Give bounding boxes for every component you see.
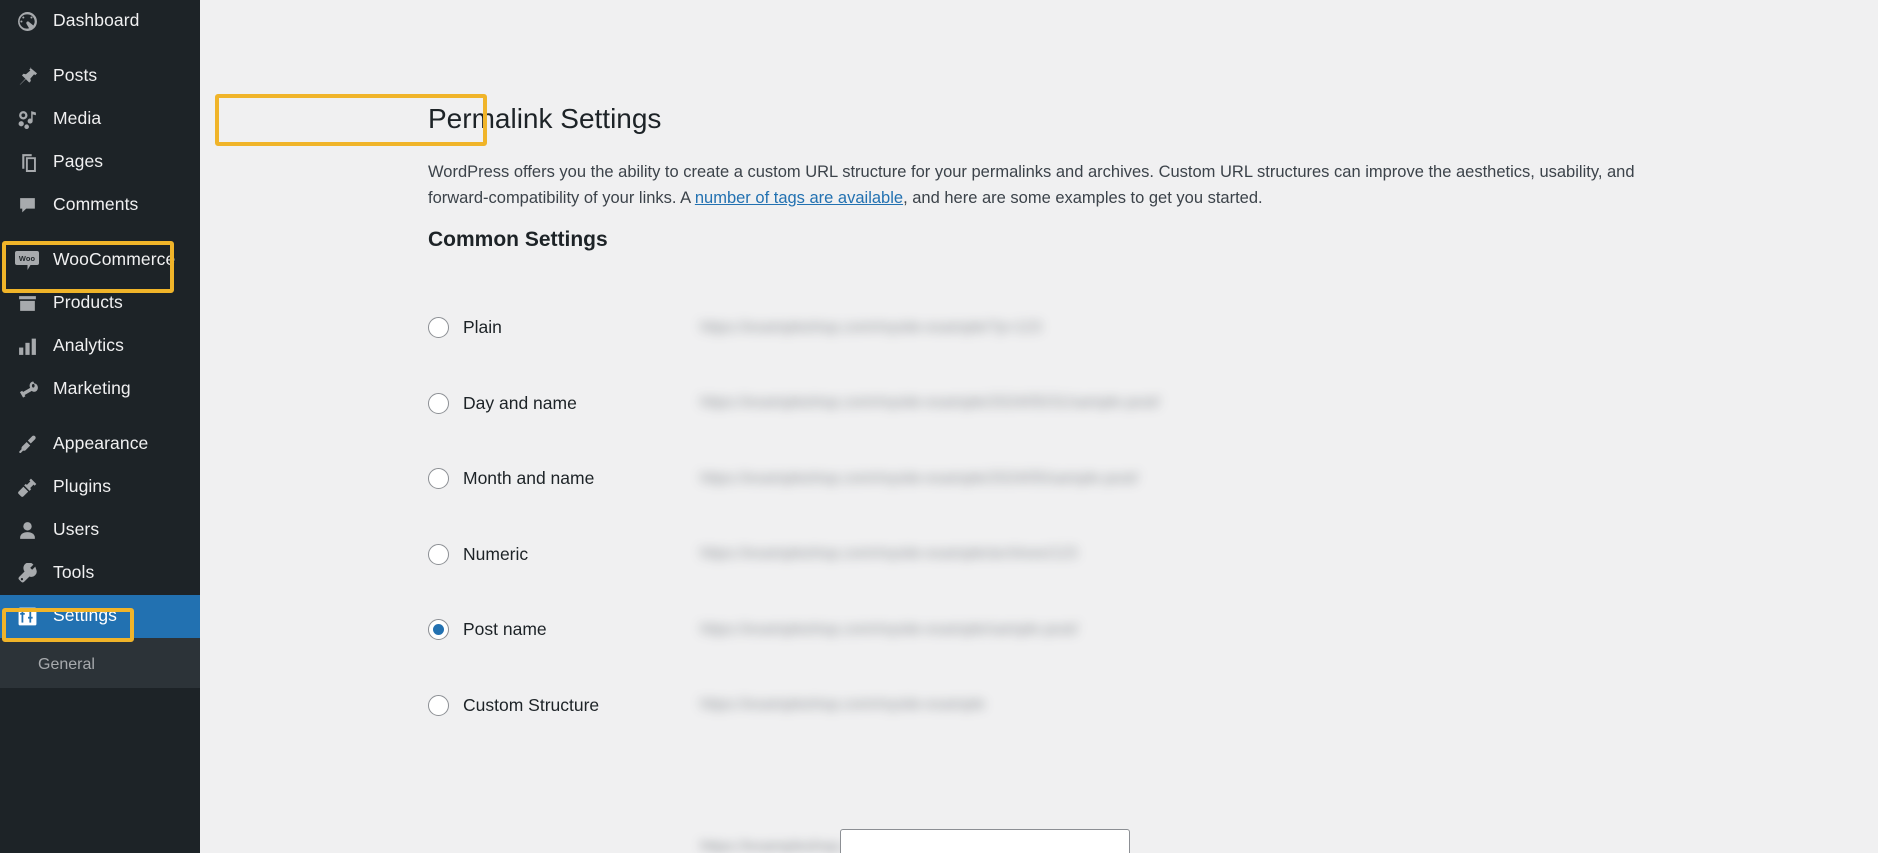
permalink-example-url: https://exampleshop.com/mysite-example/2… bbox=[700, 469, 1139, 487]
sidebar-item-appearance[interactable]: Appearance bbox=[0, 423, 200, 466]
sidebar-item-marketing[interactable]: Marketing bbox=[0, 368, 200, 411]
sidebar-item-label: Users bbox=[53, 519, 100, 540]
sidebar-item-comments[interactable]: Comments bbox=[0, 184, 200, 227]
radio-day-and-name[interactable] bbox=[428, 392, 449, 414]
page-title: Permalink Settings bbox=[428, 103, 662, 134]
wrench-icon bbox=[12, 561, 42, 587]
paintbrush-icon bbox=[12, 432, 42, 458]
comment-icon bbox=[12, 193, 42, 219]
common-settings-heading: Common Settings bbox=[428, 228, 608, 251]
permalink-option-label[interactable]: Numeric bbox=[463, 544, 528, 565]
sidebar-item-posts[interactable]: Posts bbox=[0, 55, 200, 98]
radio-custom-structure[interactable] bbox=[428, 694, 449, 716]
custom-structure-input[interactable] bbox=[840, 829, 1130, 853]
megaphone-icon bbox=[12, 377, 42, 403]
sidebar-item-label: Settings bbox=[53, 605, 118, 626]
permalink-option-custom-structure[interactable]: Custom Structure https://exampleshop.com/… bbox=[428, 668, 1878, 744]
sidebar-item-media[interactable]: Media bbox=[0, 98, 200, 141]
sidebar-item-label: Posts bbox=[53, 65, 98, 86]
radio-month-and-name[interactable] bbox=[428, 468, 449, 490]
permalink-options-group: Plain https://exampleshop.com/mysite-exam… bbox=[428, 290, 1878, 743]
sidebar-item-users[interactable]: Users bbox=[0, 509, 200, 552]
svg-text:Woo: Woo bbox=[19, 254, 36, 263]
permalink-option-numeric[interactable]: Numeric https://exampleshop.com/mysite-ex… bbox=[428, 517, 1878, 593]
permalink-option-day-and-name[interactable]: Day and name https://exampleshop.com/mysi… bbox=[428, 366, 1878, 442]
woocommerce-icon: Woo bbox=[12, 248, 42, 274]
permalink-option-plain[interactable]: Plain https://exampleshop.com/mysite-exam… bbox=[428, 290, 1878, 366]
permalink-example-url: https://exampleshop.com/mysite-example/s… bbox=[700, 620, 1079, 638]
sidebar-item-label: WooCommerce bbox=[53, 249, 176, 270]
radio-numeric[interactable] bbox=[428, 543, 449, 565]
permalink-option-label[interactable]: Plain bbox=[463, 317, 502, 338]
sidebar-item-label: Products bbox=[53, 292, 123, 313]
permalink-option-label[interactable]: Day and name bbox=[463, 393, 577, 414]
sidebar-item-analytics[interactable]: Analytics bbox=[0, 325, 200, 368]
sidebar-item-dashboard[interactable]: Dashboard bbox=[0, 0, 200, 43]
sidebar-separator bbox=[0, 227, 200, 239]
permalink-example-url: https://exampleshop.com/mysite-example bbox=[700, 696, 986, 714]
plug-icon bbox=[12, 475, 42, 501]
sidebar-separator bbox=[0, 411, 200, 423]
user-icon bbox=[12, 518, 42, 544]
available-tags-link[interactable]: number of tags are available bbox=[695, 189, 903, 207]
main-content: Permalink Settings WordPress offers you … bbox=[200, 0, 1878, 853]
sidebar-item-label: Plugins bbox=[53, 476, 112, 497]
submenu-item-general[interactable]: General bbox=[0, 648, 200, 682]
intro-paragraph: WordPress offers you the ability to crea… bbox=[428, 160, 1673, 211]
current-menu-pointer-icon bbox=[200, 606, 212, 627]
sidebar-item-label: Comments bbox=[53, 194, 139, 215]
permalink-option-label[interactable]: Post name bbox=[463, 619, 547, 640]
sidebar-separator bbox=[0, 43, 200, 55]
wordpress-admin-screen: Dashboard Posts Media Pages Comments Woo WooCo… bbox=[0, 0, 1878, 853]
intro-text-after-link: , and here are some examples to get you … bbox=[903, 188, 1263, 207]
permalink-example-url: https://exampleshop.com/mysite-example/2… bbox=[700, 394, 1161, 412]
admin-sidebar: Dashboard Posts Media Pages Comments Woo WooCo… bbox=[0, 0, 212, 853]
sidebar-item-tools[interactable]: Tools bbox=[0, 552, 200, 595]
sidebar-item-label: Pages bbox=[53, 151, 104, 172]
sidebar-item-woocommerce[interactable]: Woo WooCommerce bbox=[0, 239, 200, 282]
sidebar-item-label: Tools bbox=[53, 562, 95, 583]
sidebar-item-label: Analytics bbox=[53, 335, 124, 356]
permalink-option-month-and-name[interactable]: Month and name https://exampleshop.com/my… bbox=[428, 441, 1878, 517]
permalink-option-label[interactable]: Month and name bbox=[463, 468, 594, 489]
products-icon bbox=[12, 291, 42, 317]
permalink-option-label[interactable]: Custom Structure bbox=[463, 695, 599, 716]
settings-sliders-icon bbox=[12, 604, 42, 630]
sidebar-item-plugins[interactable]: Plugins bbox=[0, 466, 200, 509]
permalink-example-url: https://exampleshop.com/mysite-example/?… bbox=[700, 318, 1042, 336]
pin-icon bbox=[12, 64, 42, 90]
sidebar-item-products[interactable]: Products bbox=[0, 282, 200, 325]
radio-post-name[interactable] bbox=[428, 619, 449, 641]
permalink-option-post-name[interactable]: Post name https://exampleshop.com/mysite-… bbox=[428, 592, 1878, 668]
sidebar-item-label: Appearance bbox=[53, 433, 149, 454]
media-icon bbox=[12, 107, 42, 133]
permalink-example-url: https://exampleshop.com/mysite-example/a… bbox=[700, 545, 1078, 563]
radio-plain[interactable] bbox=[428, 317, 449, 339]
sidebar-item-label: Media bbox=[53, 108, 102, 129]
sidebar-item-label: Dashboard bbox=[53, 10, 140, 31]
sidebar-item-settings[interactable]: Settings bbox=[0, 595, 212, 638]
settings-submenu: General bbox=[0, 638, 200, 688]
analytics-icon bbox=[12, 334, 42, 360]
pages-icon bbox=[12, 150, 42, 176]
sidebar-item-label: Marketing bbox=[53, 378, 131, 399]
dashboard-icon bbox=[12, 9, 42, 35]
sidebar-item-pages[interactable]: Pages bbox=[0, 141, 200, 184]
